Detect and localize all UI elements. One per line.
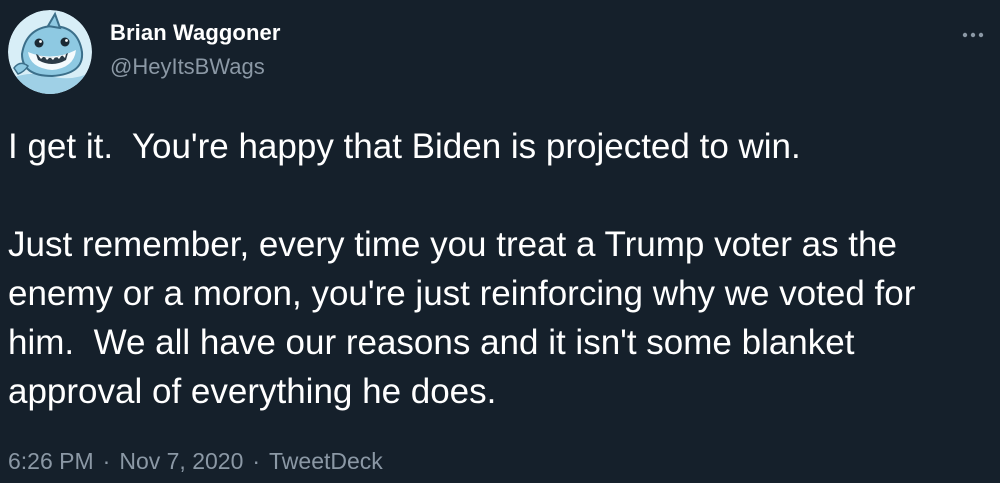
tweet-source[interactable]: TweetDeck [269, 448, 383, 474]
meta-separator: · [102, 448, 111, 474]
author-display-name[interactable]: Brian Waggoner [110, 18, 280, 48]
meta-separator: · [252, 448, 261, 474]
author-avatar[interactable] [8, 10, 92, 94]
shark-avatar-icon [8, 10, 92, 94]
tweet-body: I get it. You're happy that Biden is pro… [8, 122, 988, 416]
tweet-timestamp-date[interactable]: Nov 7, 2020 [119, 448, 243, 474]
more-horizontal-icon [962, 32, 984, 38]
author-handle[interactable]: @HeyItsBWags [110, 52, 280, 82]
tweet-paragraph: I get it. You're happy that Biden is pro… [8, 127, 801, 166]
tweet-timestamp-time[interactable]: 6:26 PM [8, 448, 94, 474]
author-block[interactable]: Brian Waggoner @HeyItsBWags [110, 18, 280, 82]
more-options-button[interactable] [956, 22, 990, 48]
tweet-meta: 6:26 PM · Nov 7, 2020 · TweetDeck [8, 446, 383, 476]
tweet-paragraph: Just remember, every time you treat a Tr… [8, 225, 926, 411]
